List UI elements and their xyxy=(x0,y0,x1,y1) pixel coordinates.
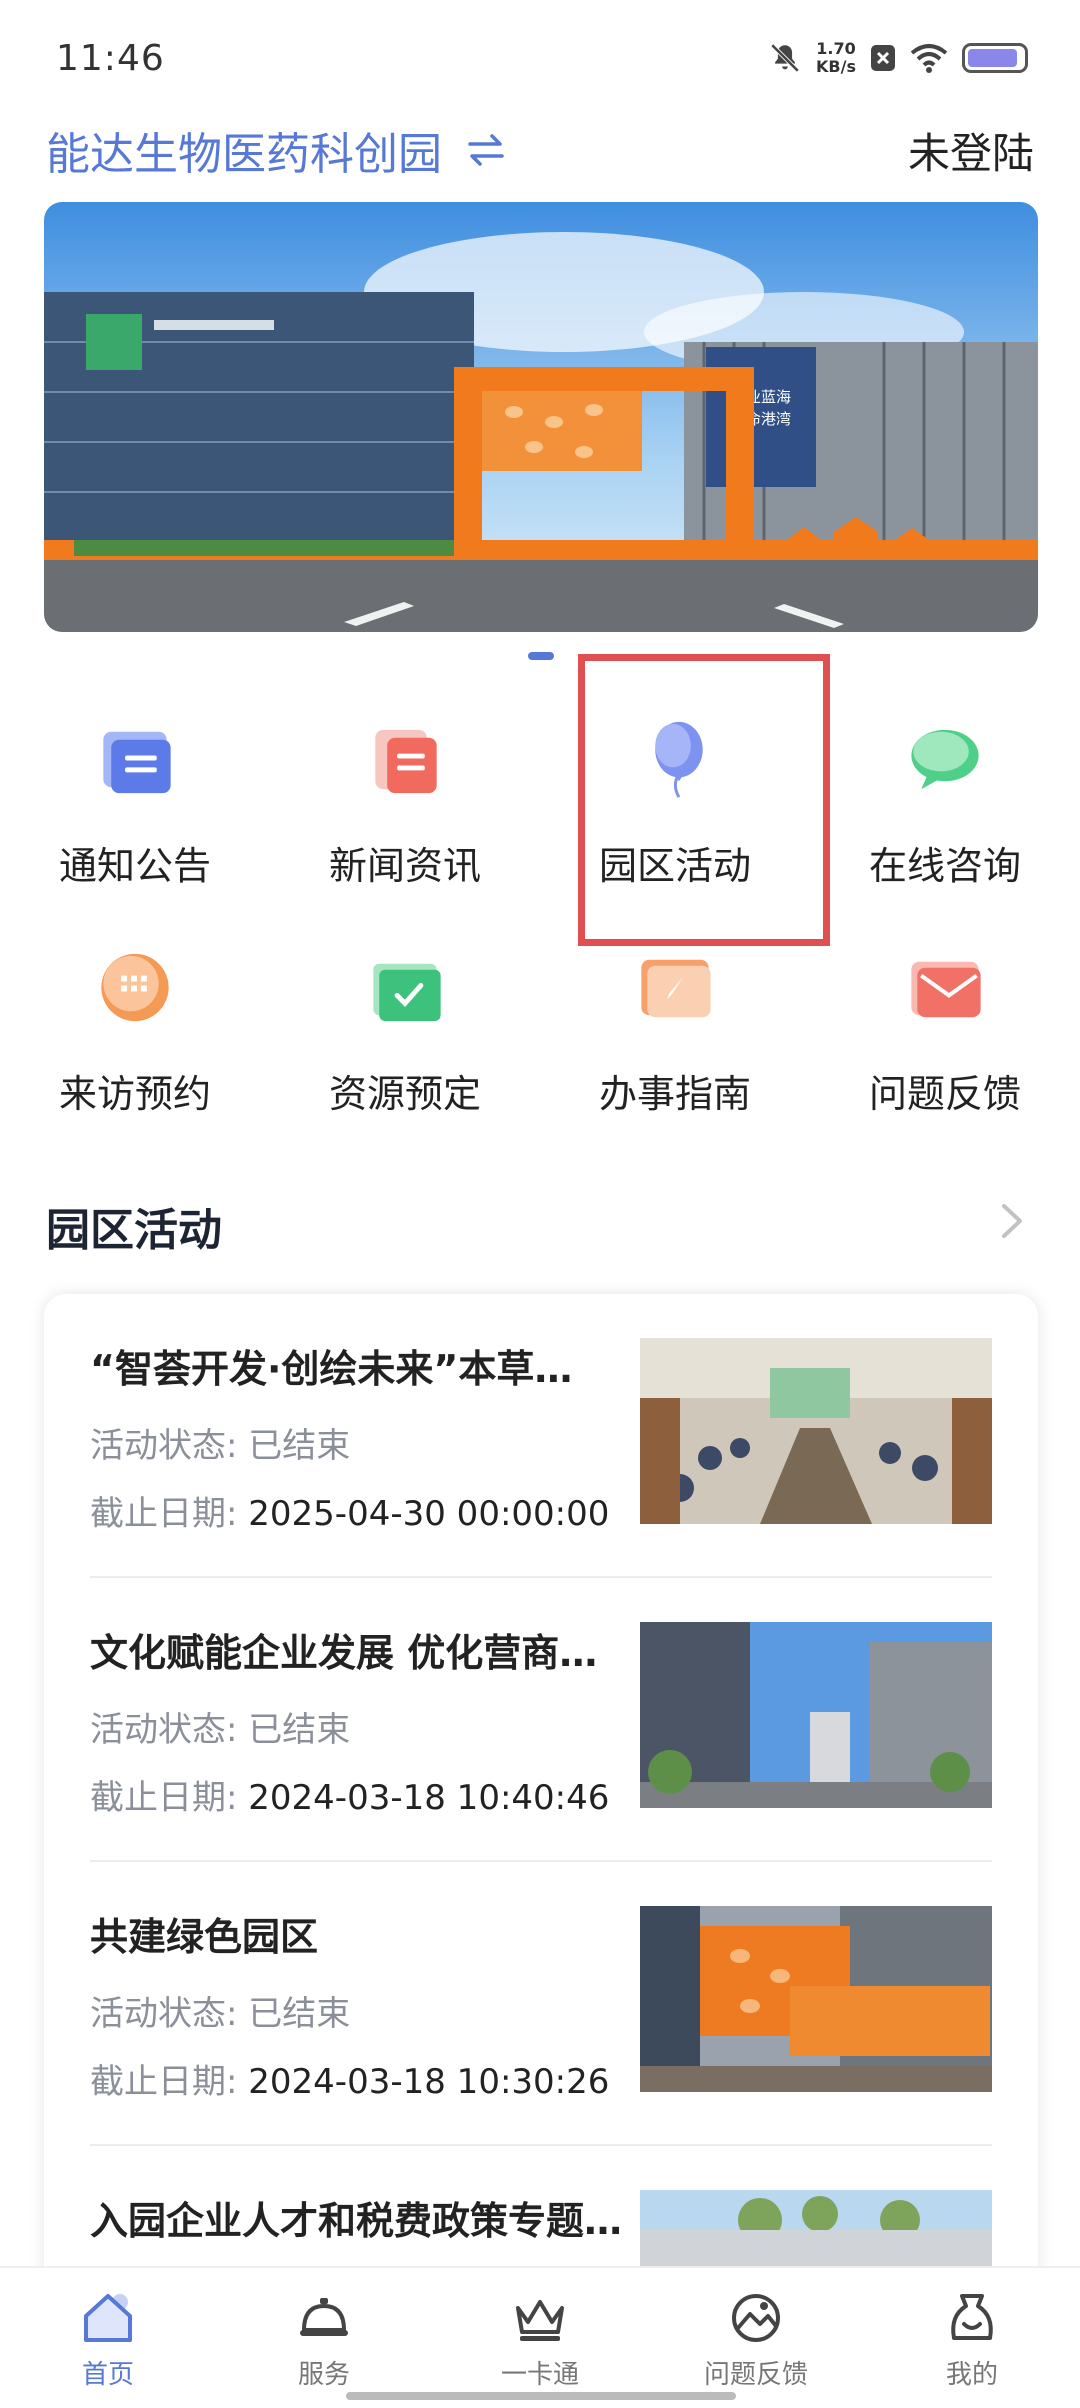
battery-level xyxy=(968,49,1017,67)
service-bell-icon xyxy=(300,2298,348,2336)
battery-icon xyxy=(962,43,1028,73)
grid-item-resource-booking[interactable]: 资源预定 xyxy=(270,918,540,1118)
nav-label: 服务 xyxy=(297,2360,350,2390)
news-icon xyxy=(375,729,437,794)
net-speed: 1.70 KB/s xyxy=(816,40,856,76)
grid-item-feedback[interactable]: 问题反馈 xyxy=(810,918,1080,1118)
nav-item-card[interactable]: 一卡通 xyxy=(432,2268,648,2408)
activity-status: 已结束 xyxy=(248,1710,351,1750)
activity-thumbnail xyxy=(640,1338,992,1524)
login-link[interactable]: 未登陆 xyxy=(908,120,1034,181)
activity-deadline: 2025-04-30 00:00:00 xyxy=(248,1494,610,1534)
status-label: 活动状态: xyxy=(90,1426,238,1466)
grid-label: 通知公告 xyxy=(58,844,211,888)
park-switcher[interactable]: 能达生物医药科创园 xyxy=(46,118,508,182)
net-speed-value: 1.70 xyxy=(816,39,856,58)
grid-label: 新闻资讯 xyxy=(328,844,481,888)
grid-item-notice[interactable]: 通知公告 xyxy=(0,690,270,890)
guide-icon xyxy=(641,959,711,1018)
activity-item[interactable]: 共建绿色园区 活动状态: 已结束 截止日期: 2024-03-18 10:30:… xyxy=(90,1862,992,2146)
banner-carousel[interactable]: 产业蓝海 生命港湾 xyxy=(44,202,1038,632)
grid-item-online-consult[interactable]: 在线咨询 xyxy=(810,690,1080,890)
activity-status: 已结束 xyxy=(248,1426,351,1466)
activity-thumbnail xyxy=(640,1906,992,2092)
deadline-label: 截止日期: xyxy=(90,1494,238,1534)
user-bag-icon xyxy=(951,2294,993,2340)
bottom-nav: 首页 服务 一卡通 问题反馈 我的 xyxy=(0,2266,1080,2408)
grid-label: 来访预约 xyxy=(58,1072,211,1116)
activity-title: 共建绿色园区 xyxy=(90,1915,319,1959)
activity-list-card: “智荟开发·创绘未来”本草… 活动状态: 已结束 截止日期: 2025-04-3… xyxy=(44,1294,1038,2408)
grid-label: 问题反馈 xyxy=(868,1072,1021,1116)
status-bar: 11:46 1.70 KB/s xyxy=(0,0,1080,110)
grid-item-service-guide[interactable]: 办事指南 xyxy=(540,918,810,1118)
activity-title: “智荟开发·创绘未来”本草… xyxy=(90,1347,573,1391)
nav-item-feedback[interactable]: 问题反馈 xyxy=(648,2268,864,2408)
nav-item-service[interactable]: 服务 xyxy=(216,2268,432,2408)
highlight-box xyxy=(578,654,830,946)
calendar-icon xyxy=(101,953,169,1022)
nav-label: 问题反馈 xyxy=(703,2360,808,2390)
mute-bell-icon xyxy=(770,43,800,73)
nav-item-mine[interactable]: 我的 xyxy=(864,2268,1080,2408)
nav-label: 首页 xyxy=(81,2360,134,2390)
activity-deadline-row: 截止日期: 2024-03-18 10:30:26 xyxy=(90,2054,609,2103)
park-name: 能达生物医药科创园 xyxy=(46,129,442,180)
net-speed-unit: KB/s xyxy=(816,57,856,76)
status-time: 11:46 xyxy=(56,38,165,79)
activity-thumbnail xyxy=(640,1622,992,1808)
mail-icon xyxy=(911,961,981,1018)
carousel-indicator xyxy=(528,652,554,660)
grid-label: 资源预定 xyxy=(328,1072,481,1116)
swap-icon xyxy=(468,134,504,166)
feedback-icon xyxy=(732,2294,780,2342)
status-label: 活动状态: xyxy=(90,1710,238,1750)
close-box-icon xyxy=(871,45,895,71)
booking-icon xyxy=(373,963,441,1022)
chat-icon xyxy=(911,729,979,790)
notice-icon xyxy=(103,731,171,794)
status-label: 活动状态: xyxy=(90,1994,238,2034)
grid-item-news[interactable]: 新闻资讯 xyxy=(270,690,540,890)
grid-label: 办事指南 xyxy=(598,1072,751,1116)
section-title: 园区活动 xyxy=(46,1205,222,1256)
nav-item-home[interactable]: 首页 xyxy=(0,2268,216,2408)
deadline-label: 截止日期: xyxy=(90,2062,238,2102)
home-indicator[interactable] xyxy=(346,2392,736,2400)
quick-entry-grid: 通知公告 新闻资讯 园区活动 在线咨询 来访预约 资源预定 办事指南 问题反馈 xyxy=(0,690,1080,1150)
activity-status: 已结束 xyxy=(248,1994,351,2034)
crown-icon xyxy=(516,2300,564,2341)
activity-status-row: 活动状态: 已结束 xyxy=(90,1986,350,2035)
activity-title: 文化赋能企业发展 优化营商… xyxy=(90,1631,598,1675)
nav-label: 一卡通 xyxy=(500,2360,579,2390)
chevron-right-icon[interactable] xyxy=(994,1200,1030,1242)
grid-item-visit-booking[interactable]: 来访预约 xyxy=(0,918,270,1118)
activity-deadline: 2024-03-18 10:40:46 xyxy=(248,1778,610,1818)
activity-title: 入园企业人才和税费政策专题… xyxy=(90,2199,623,2243)
nav-label: 我的 xyxy=(945,2360,998,2390)
deadline-label: 截止日期: xyxy=(90,1778,238,1818)
activity-deadline: 2024-03-18 10:30:26 xyxy=(248,2062,610,2102)
grid-label: 在线咨询 xyxy=(868,844,1021,888)
activity-item[interactable]: “智荟开发·创绘未来”本草… 活动状态: 已结束 截止日期: 2025-04-3… xyxy=(90,1294,992,1578)
app-header: 能达生物医药科创园 未登陆 xyxy=(0,110,1080,210)
home-icon xyxy=(84,2294,132,2342)
activity-deadline-row: 截止日期: 2025-04-30 00:00:00 xyxy=(90,1486,609,1535)
banner-image: 产业蓝海 生命港湾 xyxy=(44,202,1038,632)
status-icons: 1.70 KB/s xyxy=(768,40,1028,76)
activity-item[interactable]: 文化赋能企业发展 优化营商… 活动状态: 已结束 截止日期: 2024-03-1… xyxy=(90,1578,992,1862)
activity-status-row: 活动状态: 已结束 xyxy=(90,1418,350,1467)
activity-status-row: 活动状态: 已结束 xyxy=(90,1702,350,1751)
wifi-icon xyxy=(910,44,948,73)
activity-deadline-row: 截止日期: 2024-03-18 10:40:46 xyxy=(90,1770,609,1819)
